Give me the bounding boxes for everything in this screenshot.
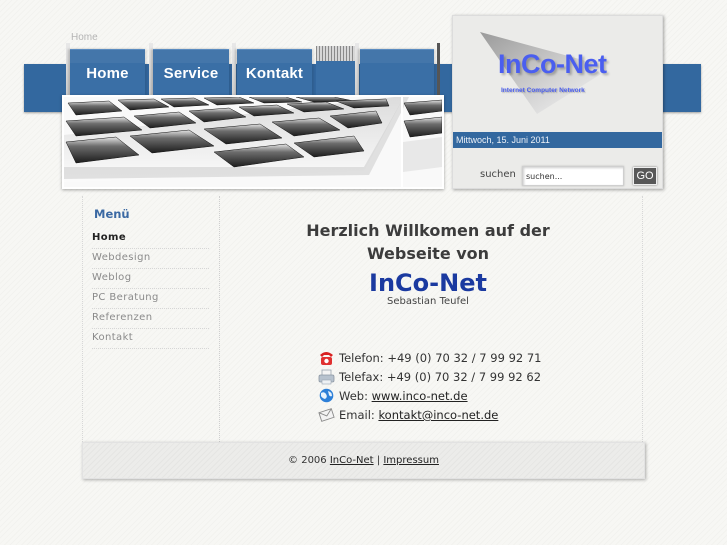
welcome-heading: Herzlich Willkomen auf der Webseite von [230, 219, 626, 265]
header-image [62, 95, 444, 189]
search-label: suchen [480, 169, 516, 180]
contact-fax-value: +49 (0) 70 32 / 7 99 92 62 [386, 370, 542, 384]
nav-tab-service[interactable]: Service [153, 49, 229, 95]
footer-impressum-link[interactable]: Impressum [383, 455, 439, 466]
mail-icon [318, 407, 335, 423]
sidebar-item-kontakt[interactable]: Kontakt [92, 329, 209, 349]
fax-icon [318, 369, 335, 385]
nav-tab-kontakt[interactable]: Kontakt [237, 49, 312, 95]
nav-divider [232, 43, 236, 98]
sidebar-item-pc-beratung[interactable]: PC Beratung [92, 289, 209, 309]
keyboard-illustration [64, 97, 442, 187]
welcome-line-1: Herzlich Willkomen auf der [306, 221, 550, 240]
footer-brand-link[interactable]: InCo-Net [330, 455, 374, 466]
sidebar-menu: Home Webdesign Weblog PC Beratung Refere… [92, 229, 209, 349]
brand-name: InCo-Net [369, 269, 487, 297]
contact-email-label: Email: [339, 408, 375, 422]
contact-web-label: Web: [339, 389, 368, 403]
footer: © 2006 InCo-Net | Impressum [82, 442, 645, 479]
email-link[interactable]: kontakt@inco-net.de [378, 408, 498, 422]
nav-divider [437, 43, 440, 98]
nav-decoration [316, 46, 355, 95]
logo-subtitle: Internet Computer Network [501, 87, 585, 94]
logo-panel: InCo-Net Internet Computer Network Mittw… [452, 15, 663, 189]
nav-divider [355, 43, 359, 98]
brand-owner: Sebastian Teufel [387, 296, 469, 307]
contact-phone: Telefon: +49 (0) 70 32 / 7 99 92 71 [318, 349, 542, 367]
contact-phone-value: +49 (0) 70 32 / 7 99 92 71 [387, 351, 542, 365]
sidebar-item-home[interactable]: Home [92, 229, 209, 249]
search-go-button[interactable]: GO [633, 167, 657, 185]
contact-fax-label: Telefax: [339, 370, 384, 384]
footer-separator: | [376, 455, 381, 466]
sidebar-item-weblog[interactable]: Weblog [92, 269, 209, 289]
sidebar-item-referenzen[interactable]: Referenzen [92, 309, 209, 329]
contact-fax: Telefax: +49 (0) 70 32 / 7 99 92 62 [318, 368, 541, 386]
globe-icon [318, 388, 335, 404]
phone-icon [318, 350, 335, 366]
sidebar-divider [219, 196, 220, 442]
contact-web: Web: www.inco-net.de [318, 387, 468, 405]
contact-email: Email: kontakt@inco-net.de [318, 406, 498, 424]
breadcrumb: Home [71, 32, 98, 43]
sidebar-title: Menü [94, 207, 130, 221]
search-input[interactable] [522, 166, 624, 186]
nav-tab-home[interactable]: Home [70, 49, 145, 95]
sidebar-item-webdesign[interactable]: Webdesign [92, 249, 209, 269]
logo-title: InCo-Net [498, 49, 607, 79]
welcome-line-2: Webseite von [366, 244, 490, 263]
logo[interactable]: InCo-Net Internet Computer Network [453, 16, 662, 116]
footer-copyright: © 2006 [288, 455, 327, 466]
nav-tab-empty[interactable] [360, 49, 434, 95]
current-date: Mittwoch, 15. Juni 2011 [453, 132, 662, 148]
contact-phone-label: Telefon: [339, 351, 384, 365]
website-link[interactable]: www.inco-net.de [372, 389, 468, 403]
